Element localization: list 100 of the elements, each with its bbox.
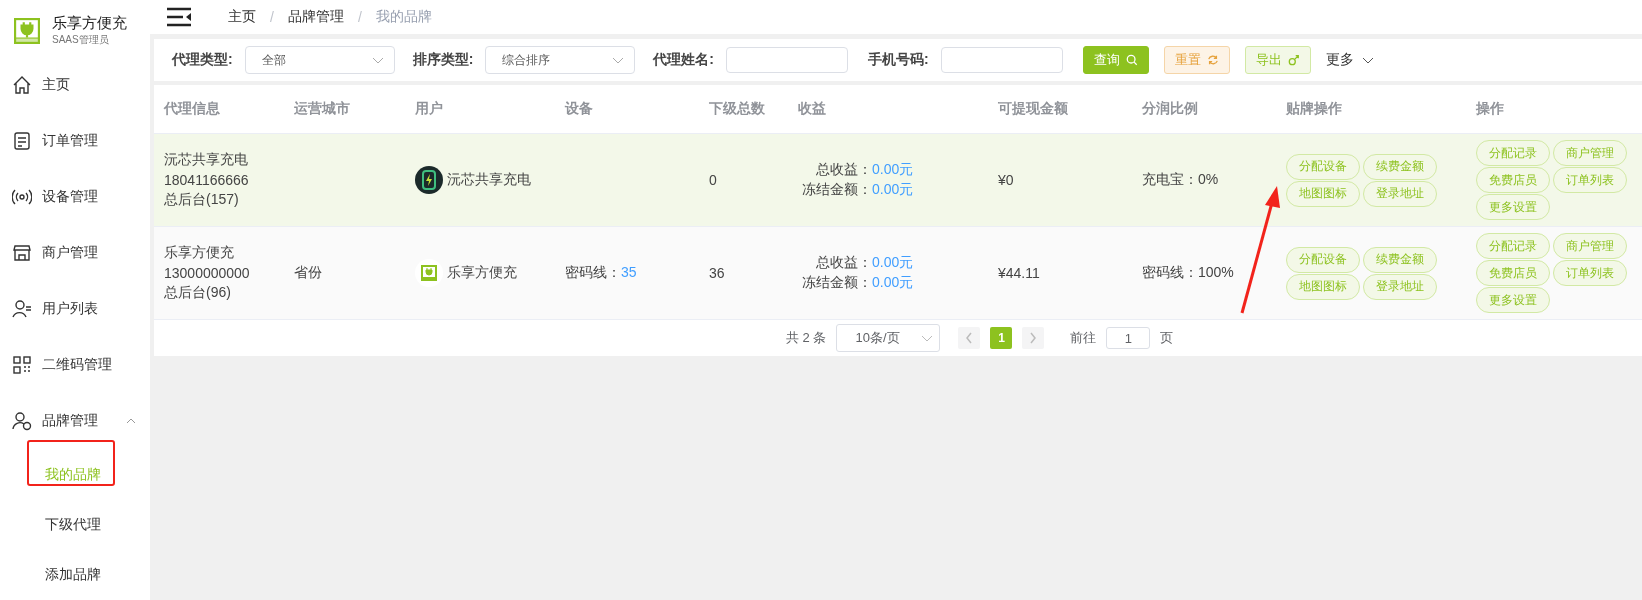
action-button[interactable]: 分配记录 [1476,140,1550,166]
column-header: 贴牌操作 [1285,100,1343,118]
agent-info-text: 13000000000 [164,265,251,281]
income-label: 总收益： [815,254,872,272]
action-button[interactable]: 免费店员 [1476,260,1550,286]
sidebar-subitem[interactable]: 添加品牌 [0,549,150,599]
table-cell: 36 [709,265,725,281]
breadcrumb-item: 我的品牌 [375,8,432,26]
income-label: 总收益： [815,161,872,179]
column-header: 收益 [797,100,827,118]
income-value: 0.00元 [872,254,914,272]
action-button[interactable]: 地图图标 [1286,180,1360,207]
table-cell: 0 [709,172,717,188]
action-button[interactable]: 登录地址 [1363,180,1437,207]
sidebar-subitem[interactable]: 下级代理 [0,499,150,549]
text-field[interactable] [726,47,848,73]
user-badge-icon [12,411,32,431]
filter-label: 排序类型: [412,51,474,69]
income-value: 0.00元 [872,274,914,292]
chevron-left-icon [965,332,974,344]
breadcrumb-item[interactable]: 品牌管理 [287,8,344,26]
income-label: 冻结金额： [801,274,872,292]
chevron-down-icon [921,334,934,342]
agent-info-text: 18041166666 [164,172,250,188]
goto-label: 前往 [1070,329,1097,347]
text-field[interactable] [940,47,1063,73]
male-symbol-icon [1287,54,1300,66]
sidebar-item[interactable]: 设备管理 [0,169,150,225]
brand-subtitle: SAAS管理员 [52,33,110,47]
action-button[interactable]: 分配记录 [1476,233,1550,259]
more-dropdown[interactable]: 更多 [1325,51,1374,69]
page-size-select[interactable]: 10条/页 [836,324,941,352]
chevron-down-icon [612,56,625,64]
action-button[interactable]: 地图图标 [1286,273,1360,300]
select-field[interactable]: 全部 [244,46,395,74]
next-page-button[interactable] [1022,327,1045,349]
table-row[interactable]: 沅芯共享充电 18041166666 总后台(157) 沅芯共享充电 0 总收益：0.00元 冻结金额：0.00元 ¥0 充电宝：0% 分配设备 续费金额 地图图标 登录地址 分配记录 商户管理 免费店员 订单列表 更多设置 [154,134,1642,227]
store-icon [12,243,32,263]
agent-info-text: 乐享方便充 [164,244,235,262]
house-icon [12,75,32,95]
sidebar-subitem[interactable]: 我的品牌 [0,449,150,499]
filter-label: 手机号码: [868,51,929,69]
filter-label: 代理姓名: [653,51,714,69]
action-button[interactable]: 更多设置 [1476,287,1550,313]
chevron-right-icon [1029,332,1038,344]
action-button[interactable]: 商户管理 [1553,233,1627,259]
income-value: 0.00元 [872,181,914,199]
action-button[interactable]: 续费金额 [1363,153,1437,180]
reset-button[interactable]: 重置 [1163,46,1230,74]
sidebar-item[interactable]: 品牌管理 [0,393,150,449]
action-button[interactable]: 更多设置 [1476,194,1550,220]
page-button[interactable]: 1 [990,327,1013,349]
table-cell: ¥44.11 [998,265,1040,281]
income-label: 冻结金额： [801,181,872,199]
table-cell: 充电宝：0% [1142,171,1219,187]
chevron-down-icon [1361,56,1374,64]
export-button[interactable]: 导出 [1244,46,1311,74]
action-button[interactable]: 分配设备 [1286,246,1360,273]
sidebar-item[interactable]: 二维码管理 [0,337,150,393]
battery-bolt-avatar-icon [415,166,443,194]
select-field[interactable]: 综合排序 [485,46,636,74]
total-count: 共 2 条 [786,329,827,347]
device-count-text: 密码线：35 [565,264,637,280]
refresh-icon [1206,54,1219,66]
sidebar-item[interactable]: 主页 [0,57,150,113]
column-header: 设备 [563,100,594,118]
page-jump-field[interactable]: 1 [1106,327,1151,349]
breadcrumb-separator: / [270,9,274,25]
search-button[interactable]: 查询 [1082,46,1149,74]
action-button[interactable]: 免费店员 [1476,167,1550,193]
action-button[interactable]: 商户管理 [1553,140,1627,166]
action-button[interactable]: 订单列表 [1553,167,1627,193]
income-value: 0.00元 [872,161,914,179]
agent-info-text: 总后台(96) [164,284,232,302]
action-button[interactable]: 订单列表 [1553,260,1627,286]
menu-icon[interactable] [166,7,192,27]
document-icon [12,131,32,151]
column-header: 可提现金额 [997,100,1069,118]
user-list-icon [12,299,32,319]
sidebar-item[interactable]: 订单管理 [0,113,150,169]
previous-page-button[interactable] [958,327,981,349]
table-cell: 密码线：100% [1142,264,1234,280]
action-button[interactable]: 续费金额 [1363,246,1437,273]
qr-code-icon [12,355,32,375]
plug-logo-icon [14,17,40,44]
sidebar-item[interactable]: 用户列表 [0,281,150,337]
table-row[interactable]: 乐享方便充 13000000000 总后台(96) 省份 乐享方便充 密码线：35 36 总收益：0.00元 冻结金额：0.00元 ¥44.11 密码线：100% 分配设备 续费金额 地图图标 登录地址 分配记录 商户管理 免费店员 订单列表 更多设置 [154,227,1642,320]
breadcrumb-item[interactable]: 主页 [228,8,256,26]
signal-icon [12,187,32,207]
column-header: 用户 [414,100,444,118]
user-name: 沅芯共享充电 [447,171,531,189]
sidebar-item[interactable]: 商户管理 [0,225,150,281]
column-header: 代理信息 [162,100,221,118]
goto-suffix: 页 [1160,329,1174,347]
action-button[interactable]: 分配设备 [1286,153,1360,180]
search-icon [1125,54,1138,66]
table-cell: 省份 [294,264,322,280]
action-button[interactable]: 登录地址 [1363,273,1437,300]
agent-info-text: 沅芯共享充电 [164,151,249,169]
column-header: 操作 [1475,100,1505,118]
